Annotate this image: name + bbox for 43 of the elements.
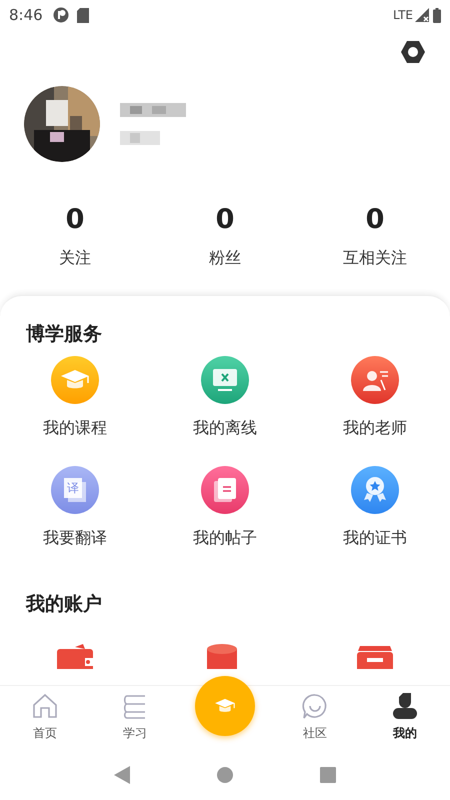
course-icon[interactable]: [51, 356, 99, 404]
service-label[interactable]: 我要翻译: [43, 526, 107, 550]
service-label[interactable]: 我的帖子: [193, 526, 257, 550]
stat-label[interactable]: 互相关注: [343, 246, 407, 270]
notification-icon: [52, 7, 69, 23]
ticket-icon[interactable]: [357, 643, 393, 669]
battery-icon: [433, 8, 441, 22]
offline-icon[interactable]: [201, 356, 249, 404]
icon-glyph: 译: [66, 480, 80, 497]
home-button[interactable]: [216, 767, 233, 783]
stat-value[interactable]: 0: [366, 202, 384, 238]
tab-item[interactable]: 我的: [391, 686, 419, 742]
translate-icon[interactable]: [51, 466, 99, 514]
posts-icon[interactable]: [201, 466, 249, 514]
section-title: 博学服务: [25, 322, 103, 347]
community-icon: [301, 692, 329, 720]
certificate-icon[interactable]: [351, 466, 399, 514]
back-button[interactable]: [114, 766, 130, 784]
sd-card-icon: [76, 8, 89, 22]
tab-item[interactable]: 学习: [121, 686, 149, 742]
service-label[interactable]: 我的课程: [43, 416, 107, 440]
service-label[interactable]: 我的证书: [343, 526, 407, 550]
stat-label[interactable]: 粉丝: [209, 246, 241, 270]
home-icon: [31, 692, 59, 720]
status-time: 8:46: [9, 4, 43, 26]
settings-icon[interactable]: [400, 39, 426, 65]
blurred-username-drawing: [120, 103, 186, 117]
me-icon: [391, 692, 419, 720]
tab-item[interactable]: 社区: [301, 686, 329, 742]
stat-label[interactable]: 关注: [59, 246, 91, 270]
service-label[interactable]: 我的离线: [193, 416, 257, 440]
blurred-signature-drawing: [120, 131, 160, 145]
teacher-icon[interactable]: [351, 356, 399, 404]
service-label[interactable]: 我的老师: [343, 416, 407, 440]
learn-tab-button[interactable]: [195, 676, 255, 736]
network-type: LTE: [393, 7, 413, 24]
stat-value[interactable]: 0: [66, 202, 84, 238]
recents-button[interactable]: [320, 767, 336, 783]
wallet-icon[interactable]: [57, 643, 93, 669]
tab-item[interactable]: 首页: [31, 686, 59, 742]
section-title: 我的账户: [24, 592, 103, 617]
stat-value[interactable]: 0: [216, 202, 234, 238]
signal-icon: [415, 8, 429, 22]
